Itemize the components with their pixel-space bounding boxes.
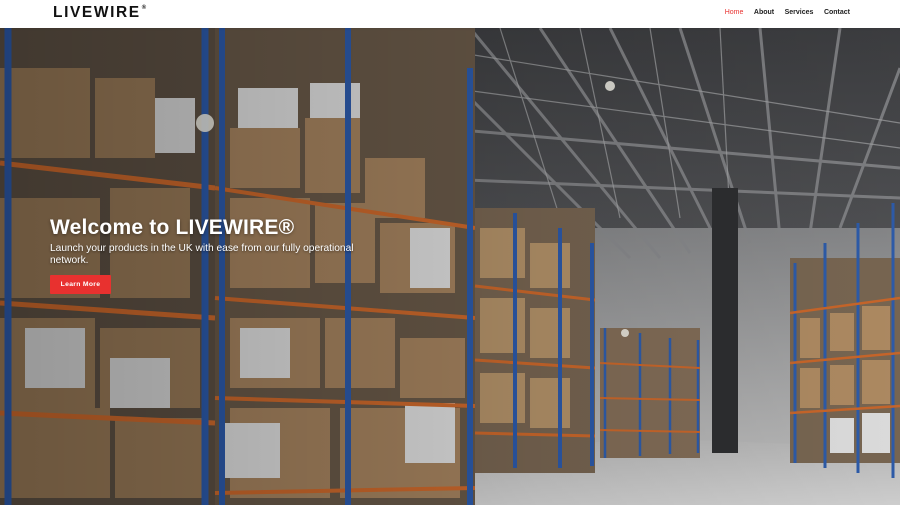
logo-text: LIVEWIRE — [53, 4, 141, 21]
hero-section: Welcome to LIVEWIRE® Launch your product… — [0, 28, 900, 505]
hero-overlay — [0, 28, 900, 505]
logo[interactable]: LIVEWIRE ® — [53, 4, 146, 21]
nav-contact[interactable]: Contact — [824, 8, 850, 17]
hero-title: Welcome to LIVEWIRE® — [50, 216, 295, 239]
hero-content: Welcome to LIVEWIRE® Launch your product… — [50, 215, 360, 266]
main-nav: Home About Services Contact — [714, 8, 850, 17]
logo-registered-mark: ® — [141, 5, 147, 11]
hero-subtitle: Launch your products in the UK with ease… — [50, 243, 354, 266]
learn-more-button[interactable]: Learn More — [50, 275, 111, 294]
site-header: LIVEWIRE ® Home About Services Contact — [0, 0, 900, 28]
nav-services[interactable]: Services — [785, 8, 814, 17]
nav-about[interactable]: About — [754, 8, 774, 17]
nav-home[interactable]: Home — [725, 8, 744, 17]
